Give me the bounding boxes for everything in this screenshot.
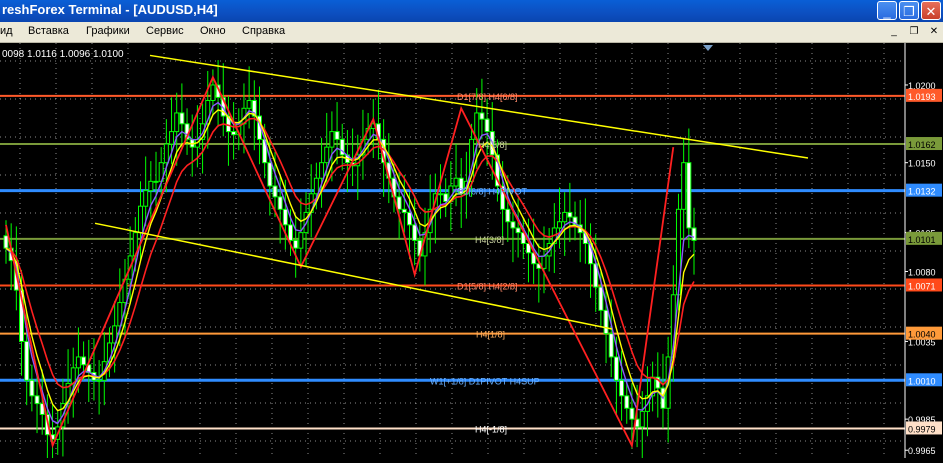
price-axis-level-label: 1.0071 [908, 281, 936, 291]
candle-bear [484, 118, 490, 133]
level-label: D1[5/8] H4[2/8] [457, 281, 518, 291]
candle-bear [505, 208, 511, 223]
candle-bull [557, 221, 563, 229]
candle-bear [567, 211, 573, 218]
candle-bull [163, 143, 169, 164]
candle-bear [334, 131, 340, 140]
candle-bull [329, 131, 335, 148]
candle-bull [246, 100, 252, 109]
menu-window[interactable]: Окно [200, 25, 226, 37]
candle-bear [629, 407, 635, 420]
candle-bear [34, 395, 40, 405]
candle-bear [510, 221, 516, 229]
price-axis-level-label: 1.0193 [908, 92, 936, 102]
candle-bear [406, 211, 412, 226]
level-label: D1[6/8] H4PIVOT [457, 187, 528, 197]
level-label: H4[3/8] [475, 235, 504, 245]
candle-bear [691, 227, 697, 241]
candle-bear [608, 333, 614, 358]
price-axis-tick-label: 0.9965 [908, 446, 936, 456]
candle-bear [277, 196, 283, 210]
level-label: D1[7/8] H4[6/8] [457, 92, 518, 102]
candle-bull [324, 146, 330, 164]
candle-bear [396, 196, 402, 210]
candle-bear [479, 112, 485, 120]
candle-bear [272, 185, 278, 198]
minimize-button[interactable]: _ [877, 1, 897, 20]
menu-help[interactable]: Справка [242, 25, 285, 37]
candle-bear [29, 379, 35, 397]
level-label: H4[1/8] [476, 330, 505, 340]
chart-window[interactable]: 0098 1.0116 1.0096 1.0100 D1[7/8] H4[6/8… [0, 43, 943, 463]
price-axis-tick-label: 1.0150 [908, 159, 936, 169]
level-label: H4[-1/8] [475, 424, 507, 434]
candle-bull [541, 255, 547, 269]
candle-bear [24, 340, 30, 381]
mdi-close-button[interactable]: ✕ [926, 24, 942, 39]
candle-bull [75, 356, 81, 369]
candle-bear [179, 112, 185, 125]
candle-bull [143, 190, 149, 207]
candle-bull [319, 162, 325, 179]
mdi-restore-button[interactable]: ❐ [906, 24, 922, 39]
price-axis [905, 43, 943, 458]
price-axis-level-label: 0.9979 [908, 424, 936, 434]
candle-bull [137, 205, 143, 234]
menu-insert[interactable]: Вставка [28, 25, 69, 37]
candle-bear [443, 193, 449, 203]
candle-bear [686, 162, 692, 229]
candle-bear [603, 309, 609, 335]
candle-bull [169, 131, 175, 145]
title-bar: reshForex Terminal - [AUDUSD,H4] _ ❐ ✕ [0, 0, 943, 22]
restore-button[interactable]: ❐ [899, 1, 919, 20]
close-button[interactable]: ✕ [921, 1, 941, 20]
candle-bear [401, 208, 407, 213]
price-axis-level-label: 1.0132 [908, 187, 936, 197]
window-title: reshForex Terminal - [AUDUSD,H4] [2, 2, 218, 17]
price-axis-level-label: 1.0010 [908, 376, 936, 386]
zigzag-line [5, 75, 675, 449]
candle-bull [639, 410, 645, 428]
candle-bull [298, 232, 304, 249]
price-axis-level-label: 1.0101 [908, 235, 936, 245]
price-axis-tick-label: 1.0080 [908, 267, 936, 277]
candle-bear [624, 395, 630, 409]
candle-bull [96, 379, 102, 382]
level-label: W1[+1/8] D1PIVOT H4SUP [430, 376, 540, 386]
menu-charts[interactable]: Графики [86, 25, 130, 37]
level-label: H4[5/8] [478, 140, 507, 150]
candle-bull [148, 180, 154, 192]
price-axis-level-label: 1.0040 [908, 330, 936, 340]
price-chart[interactable]: 0098 1.0116 1.0096 1.0100 D1[7/8] H4[6/8… [0, 43, 943, 463]
mdi-minimize-button[interactable]: _ [886, 24, 902, 39]
candle-bear [515, 227, 521, 234]
candle-bull [174, 112, 180, 133]
candle-bear [613, 356, 619, 381]
candle-bear [3, 235, 9, 249]
candle-bear [293, 239, 299, 249]
menu-tools[interactable]: Сервис [146, 25, 184, 37]
candle-bear [619, 379, 625, 397]
candle-bear [81, 356, 87, 366]
menu-bar: ид Вставка Графики Сервис Окно Справка _… [0, 22, 943, 43]
candle-bull [453, 177, 459, 187]
candle-bear [598, 286, 604, 311]
candle-bear [412, 224, 418, 241]
candle-bear [231, 131, 237, 136]
candle-bear [282, 208, 288, 226]
candle-bear [267, 162, 273, 187]
candle-bull [681, 162, 687, 210]
menu-file[interactable]: ид [0, 25, 13, 37]
candle-bull [438, 193, 444, 196]
chart-plot-layer: D1[7/8] H4[6/8] H4[5/8] D1[6/8] H4PIVOT H4[… [0, 43, 905, 463]
candle-bull [153, 180, 159, 183]
candle-bull [562, 211, 568, 223]
candle-bull [210, 84, 216, 102]
candle-bull [313, 177, 319, 195]
price-axis-level-label: 1.0162 [908, 140, 936, 150]
candle-bear [288, 224, 294, 241]
